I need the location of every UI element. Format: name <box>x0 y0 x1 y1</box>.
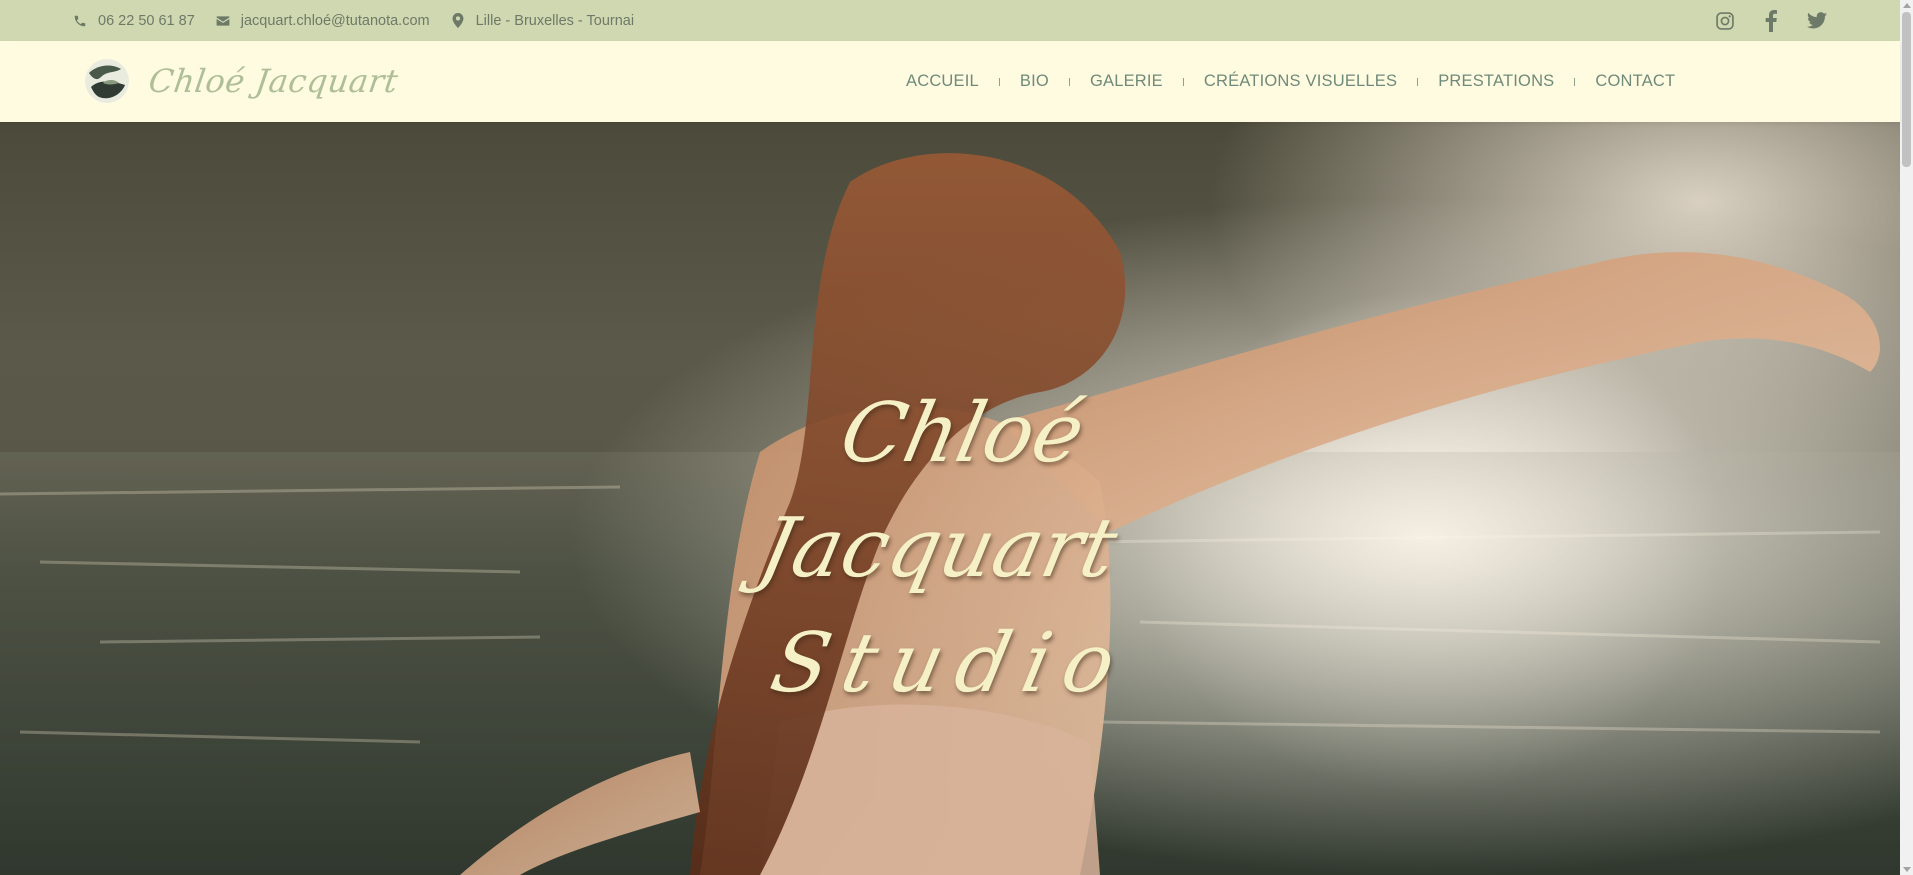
scrollbar-thumb[interactable] <box>1902 12 1911 167</box>
phone-text: 06 22 50 61 87 <box>98 12 195 29</box>
phone-icon <box>72 13 88 29</box>
nav-item-contact[interactable]: CONTACT <box>1595 72 1675 91</box>
top-info-bar: 06 22 50 61 87 jacquart.chloé@tutanota.c… <box>0 0 1900 41</box>
nav-item-prestations[interactable]: PRESTATIONS <box>1438 72 1554 91</box>
nav-separator <box>1574 77 1576 86</box>
nav-separator <box>1417 77 1419 86</box>
instagram-icon[interactable] <box>1714 10 1736 32</box>
nav-separator <box>1068 77 1070 86</box>
twitter-icon[interactable] <box>1806 10 1828 32</box>
envelope-icon <box>215 13 231 29</box>
nav-separator <box>1182 77 1184 86</box>
email-text: jacquart.chloé@tutanota.com <box>240 12 430 29</box>
map-pin-icon <box>450 13 466 29</box>
scroll-up-icon[interactable] <box>1903 3 1911 8</box>
site-header: Chloé Jacquart ACCUEIL BIO GALERIE CRÉAT… <box>0 41 1900 122</box>
hero-title: Chloé Jacquart Studio <box>650 377 1250 721</box>
phone-info[interactable]: 06 22 50 61 87 <box>72 13 195 29</box>
nav-item-bio[interactable]: BIO <box>1020 72 1049 91</box>
site-logo[interactable]: Chloé Jacquart <box>85 59 401 103</box>
social-links <box>1714 9 1828 32</box>
hero-title-line1: Chloé Jacquart <box>750 386 1126 596</box>
main-nav: ACCUEIL BIO GALERIE CRÉATIONS VISUELLES … <box>906 41 1675 122</box>
page-scrollbar[interactable] <box>1900 0 1913 875</box>
hero-banner: Chloé Jacquart Studio <box>0 122 1900 875</box>
logo-text: Chloé Jacquart <box>146 62 401 100</box>
scroll-down-icon[interactable] <box>1903 867 1911 872</box>
nav-item-galerie[interactable]: GALERIE <box>1090 72 1163 91</box>
logo-mark-icon <box>85 59 129 103</box>
nav-item-accueil[interactable]: ACCUEIL <box>906 72 979 91</box>
nav-item-creations-visuelles[interactable]: CRÉATIONS VISUELLES <box>1204 72 1397 91</box>
email-info[interactable]: jacquart.chloé@tutanota.com <box>215 13 430 29</box>
facebook-icon[interactable] <box>1760 9 1782 32</box>
nav-separator <box>998 77 1000 86</box>
location-text: Lille - Bruxelles - Tournai <box>475 12 635 29</box>
location-info: Lille - Bruxelles - Tournai <box>450 12 635 29</box>
hero-title-line2: Studio <box>763 615 1138 711</box>
